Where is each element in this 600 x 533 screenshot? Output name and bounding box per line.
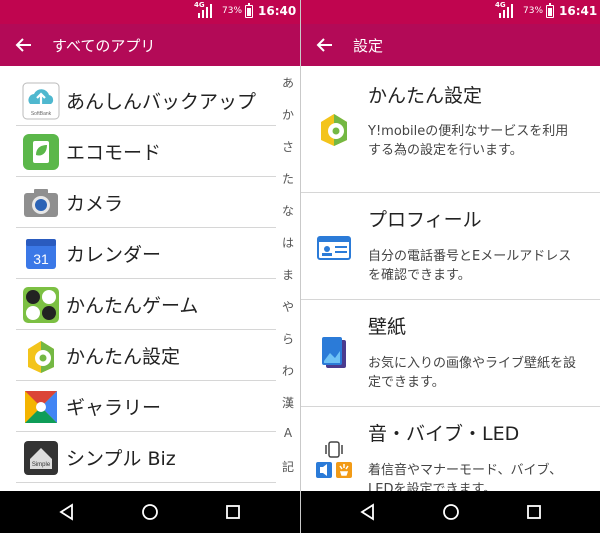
app-label: カメラ: [66, 193, 124, 215]
index-letter[interactable]: な: [278, 202, 298, 219]
settings-item-description: お気に入りの画像やライブ壁紙を設定できます。: [368, 356, 577, 390]
clock: 16:40: [258, 4, 297, 18]
app-item-simple-biz[interactable]: Simple シンプル Biz: [16, 432, 276, 483]
app-label: あんしんバックアップ: [66, 91, 257, 113]
index-letter[interactable]: や: [278, 298, 298, 315]
signal-icon: [198, 4, 212, 18]
back-arrow-icon[interactable]: [14, 35, 34, 55]
settings-item-description: 自分の電話番号とEメールアドレスを確認できます。: [368, 249, 572, 283]
signal-icon: [499, 4, 513, 18]
battery-icon: [245, 3, 253, 18]
status-bar: 4G 73% 16:41: [301, 0, 600, 24]
settings-item-profile[interactable]: プロフィール 自分の電話番号とEメールアドレスを確認できます。: [301, 193, 600, 300]
app-item-gallery[interactable]: ギャラリー: [16, 381, 276, 432]
kantan-settings-icon: [321, 114, 347, 146]
sound-vibe-led-icon: [316, 441, 352, 478]
app-list: SoftBank あんしんバックアップ エコモード カメラ 31 カレンダー か…: [0, 66, 300, 491]
app-item-kantan-settings[interactable]: かんたん設定: [16, 330, 276, 381]
all-apps-screen: 4G 73% 16:40 すべてのアプリ SoftBank あんしんバックアップ: [0, 0, 300, 533]
profile-card-icon: [317, 236, 351, 260]
settings-item-title: プロフィール: [368, 209, 482, 231]
app-label: エコモード: [66, 142, 162, 164]
simple-biz-icon: Simple: [24, 441, 58, 475]
index-letter[interactable]: か: [278, 106, 298, 123]
page-title: 設定: [353, 37, 384, 55]
settings-item-title: 音・バイブ・LED: [368, 423, 520, 445]
index-letter[interactable]: 記: [278, 458, 298, 475]
calendar-icon: 31: [26, 239, 56, 269]
app-item-eco-mode[interactable]: エコモード: [16, 126, 276, 177]
index-letter[interactable]: 漢: [278, 394, 298, 411]
calendar-day-badge: 31: [33, 251, 49, 267]
index-letter[interactable]: あ: [278, 74, 298, 91]
anshin-backup-icon: SoftBank: [22, 82, 60, 120]
index-letter[interactable]: ら: [278, 330, 298, 347]
navigation-bar: [301, 491, 600, 533]
index-letter[interactable]: は: [278, 234, 298, 251]
page-title: すべてのアプリ: [52, 37, 156, 55]
camera-icon: [24, 189, 58, 217]
settings-screen: 4G 73% 16:41 設定 かんたん設定 Y!mobileの便利なサービスを…: [300, 0, 600, 533]
app-bar: 設定: [301, 24, 600, 66]
app-bar: すべてのアプリ: [0, 24, 300, 66]
settings-item-description: Y!mobileの便利なサービスを利用する為の設定を行います。: [368, 124, 569, 158]
settings-item-title: かんたん設定: [368, 85, 483, 107]
app-label: ギャラリー: [66, 397, 162, 419]
index-letter[interactable]: A: [278, 426, 298, 440]
settings-item-kantan-settings[interactable]: かんたん設定 Y!mobileの便利なサービスを利用する為の設定を行います。: [301, 66, 600, 193]
battery-icon: [546, 3, 554, 18]
app-label: シンプル Biz: [66, 448, 176, 470]
nav-recents-icon[interactable]: [523, 501, 545, 523]
battery-percent: 73%: [523, 6, 544, 16]
app-label: かんたん設定: [66, 346, 181, 368]
app-item-anshin-backup[interactable]: SoftBank あんしんバックアップ: [16, 75, 276, 126]
back-arrow-icon[interactable]: [315, 35, 335, 55]
softbank-badge: SoftBank: [31, 111, 52, 117]
eco-mode-icon: [23, 134, 59, 170]
nav-back-icon[interactable]: [56, 501, 78, 523]
settings-item-description: 着信音やマナーモード、バイブ、LEDを設定できます。: [368, 463, 563, 491]
app-item-camera[interactable]: カメラ: [16, 177, 276, 228]
wallpaper-icon: [322, 337, 346, 368]
nav-recents-icon[interactable]: [222, 501, 244, 523]
settings-item-sound-vibe-led[interactable]: 音・バイブ・LED 着信音やマナーモード、バイブ、LEDを設定できます。: [301, 407, 600, 491]
simple-badge: Simple: [32, 462, 51, 468]
nav-home-icon[interactable]: [139, 501, 161, 523]
index-letter[interactable]: さ: [278, 138, 298, 155]
nav-back-icon[interactable]: [357, 501, 379, 523]
kantan-game-icon: [23, 287, 59, 323]
kantan-settings-icon: [28, 341, 54, 373]
app-item-calendar[interactable]: 31 カレンダー: [16, 228, 276, 279]
nav-home-icon[interactable]: [440, 501, 462, 523]
settings-list: かんたん設定 Y!mobileの便利なサービスを利用する為の設定を行います。 プ…: [301, 66, 600, 491]
gallery-icon: [25, 391, 57, 423]
battery-percent: 73%: [222, 6, 243, 16]
app-label: カレンダー: [66, 244, 162, 266]
status-bar: 4G 73% 16:40: [0, 0, 300, 24]
settings-item-title: 壁紙: [368, 316, 407, 338]
index-letter[interactable]: ま: [278, 266, 298, 283]
app-label: かんたんゲーム: [66, 295, 199, 317]
app-item-kantan-game[interactable]: かんたんゲーム: [16, 279, 276, 330]
clock: 16:41: [559, 4, 598, 18]
index-letter[interactable]: た: [278, 170, 298, 187]
index-letter[interactable]: わ: [278, 362, 298, 379]
settings-item-wallpaper[interactable]: 壁紙 お気に入りの画像やライブ壁紙を設定できます。: [301, 300, 600, 407]
navigation-bar: [0, 491, 300, 533]
